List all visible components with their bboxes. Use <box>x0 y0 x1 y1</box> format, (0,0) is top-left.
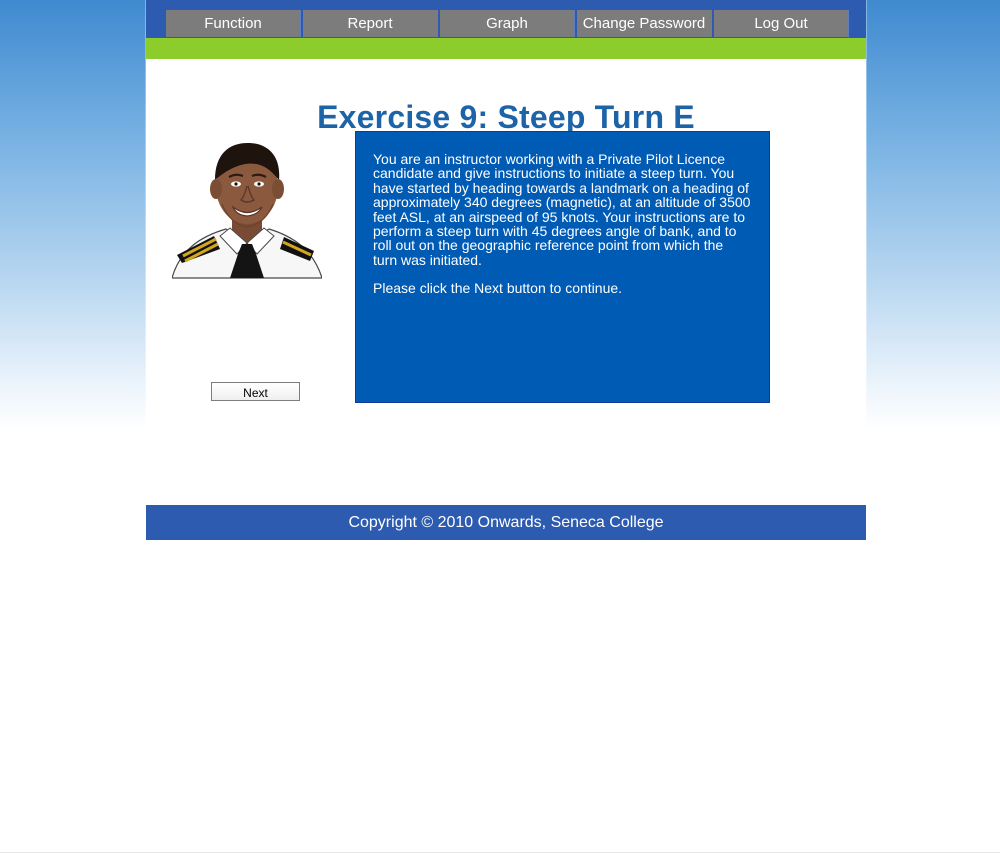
nav-log-out[interactable]: Log Out <box>714 10 849 37</box>
pilot-illustration <box>171 138 323 280</box>
instruction-paragraph: You are an instructor working with a Pri… <box>373 151 751 268</box>
pilot-left-pupil <box>234 182 238 186</box>
bottom-rule <box>0 852 1000 853</box>
nav-change-password[interactable]: Change Password <box>577 10 712 37</box>
pilot-right-pupil <box>257 182 261 186</box>
nav-report[interactable]: Report <box>303 10 438 37</box>
pilot-left-ear <box>210 179 222 199</box>
accent-strip <box>146 38 866 59</box>
pilot-icon <box>171 142 323 279</box>
nav-graph[interactable]: Graph <box>440 10 575 37</box>
main-menu: Function Report Graph Change Password Lo… <box>166 10 849 37</box>
instruction-panel: You are an instructor working with a Pri… <box>355 131 770 403</box>
next-button[interactable]: Next <box>211 382 300 401</box>
top-navigation-bar: Function Report Graph Change Password Lo… <box>146 0 866 38</box>
continue-instruction: Please click the Next button to continue… <box>373 280 623 297</box>
nav-function[interactable]: Function <box>166 10 301 37</box>
footer: Copyright © 2010 Onwards, Seneca College <box>146 505 866 540</box>
main-page: Function Report Graph Change Password Lo… <box>146 0 866 540</box>
pilot-right-ear <box>272 179 284 199</box>
